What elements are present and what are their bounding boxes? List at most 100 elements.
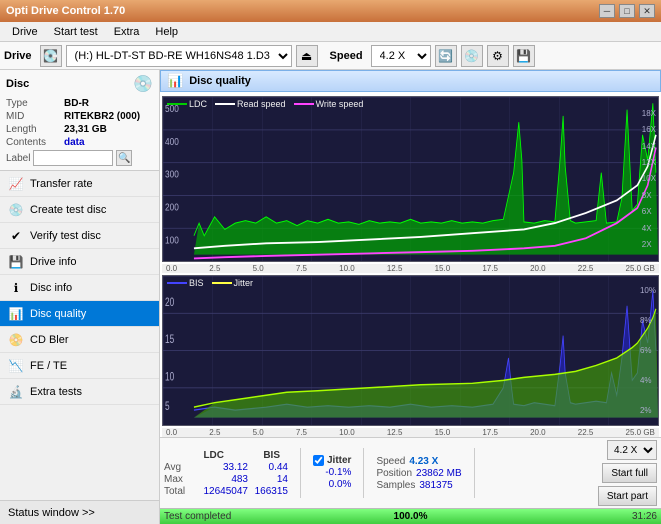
progress-bar-container: Test completed 100.0% 31:26 bbox=[160, 508, 661, 524]
svg-text:200: 200 bbox=[165, 202, 179, 213]
window-controls: ─ □ ✕ bbox=[599, 4, 655, 18]
sidebar-item-cd-bler[interactable]: 📀 CD Bler bbox=[0, 327, 159, 353]
disc-info-label: Disc info bbox=[30, 282, 72, 294]
position-value: 23862 MB bbox=[416, 468, 462, 479]
sidebar-menu: 📈 Transfer rate 💿 Create test disc ✔ Ver… bbox=[0, 171, 159, 500]
sidebar-item-disc-quality[interactable]: 📊 Disc quality bbox=[0, 301, 159, 327]
start-full-button[interactable]: Start full bbox=[602, 463, 657, 483]
close-button[interactable]: ✕ bbox=[639, 4, 655, 18]
settings-button[interactable]: ⚙ bbox=[487, 45, 509, 67]
sidebar-item-disc-info[interactable]: ℹ Disc info bbox=[0, 275, 159, 301]
speed-select[interactable]: 4.2 X bbox=[371, 45, 431, 67]
mid-value: RITEKBR2 (000) bbox=[64, 111, 140, 122]
svg-text:400: 400 bbox=[165, 136, 179, 147]
progress-percent: 100.0% bbox=[394, 511, 428, 522]
menubar: Drive Start test Extra Help bbox=[0, 22, 661, 42]
disc-button[interactable]: 💿 bbox=[461, 45, 483, 67]
svg-text:100: 100 bbox=[165, 235, 179, 246]
stats-bar: LDC BIS Avg 33.12 0.44 Max 483 14 Total … bbox=[160, 437, 661, 508]
avg-jitter: -0.1% bbox=[313, 467, 351, 478]
label-search-button[interactable]: 🔍 bbox=[116, 150, 132, 166]
verify-test-disc-icon: ✔ bbox=[8, 229, 24, 243]
svg-text:300: 300 bbox=[165, 169, 179, 180]
quality-title: Disc quality bbox=[189, 75, 251, 87]
bis-legend: BIS bbox=[189, 278, 204, 288]
menu-start-test[interactable]: Start test bbox=[46, 24, 106, 40]
verify-test-disc-label: Verify test disc bbox=[30, 230, 101, 242]
speed-label: Speed bbox=[330, 50, 363, 62]
menu-help[interactable]: Help bbox=[147, 24, 186, 40]
menu-extra[interactable]: Extra bbox=[106, 24, 148, 40]
total-bis: 166315 bbox=[252, 486, 288, 497]
upper-chart-legend: LDC Read speed Write speed bbox=[167, 99, 363, 109]
disc-panel-title: Disc bbox=[6, 78, 29, 90]
transfer-rate-label: Transfer rate bbox=[30, 178, 93, 190]
quality-icon: 📊 bbox=[167, 73, 183, 89]
sidebar-item-drive-info[interactable]: 💾 Drive info bbox=[0, 249, 159, 275]
fe-te-label: FE / TE bbox=[30, 360, 67, 372]
max-jitter: 0.0% bbox=[313, 479, 351, 490]
jitter-header: Jitter bbox=[327, 455, 351, 466]
avg-bis: 0.44 bbox=[252, 462, 288, 473]
sidebar-item-create-test-disc[interactable]: 💿 Create test disc bbox=[0, 197, 159, 223]
ldc-header: LDC bbox=[164, 450, 224, 461]
drive-label: Drive bbox=[4, 50, 32, 62]
svg-text:5: 5 bbox=[165, 401, 170, 414]
sidebar-item-verify-test-disc[interactable]: ✔ Verify test disc bbox=[0, 223, 159, 249]
main-layout: Disc 💿 Type BD-R MID RITEKBR2 (000) Leng… bbox=[0, 70, 661, 524]
titlebar: Opti Drive Control 1.70 ─ □ ✕ bbox=[0, 0, 661, 22]
avg-label: Avg bbox=[164, 462, 192, 473]
sidebar-item-extra-tests[interactable]: 🔬 Extra tests bbox=[0, 379, 159, 405]
cd-bler-label: CD Bler bbox=[30, 334, 69, 346]
max-ldc: 483 bbox=[196, 474, 248, 485]
save-button[interactable]: 💾 bbox=[513, 45, 535, 67]
fe-te-icon: 📉 bbox=[8, 359, 24, 373]
lower-x-axis: 0.02.55.07.510.012.515.017.520.022.525.0… bbox=[162, 428, 659, 437]
maximize-button[interactable]: □ bbox=[619, 4, 635, 18]
label-input[interactable] bbox=[33, 150, 113, 166]
svg-text:10: 10 bbox=[165, 371, 174, 384]
menu-drive[interactable]: Drive bbox=[4, 24, 46, 40]
refresh-button[interactable]: 🔄 bbox=[435, 45, 457, 67]
disc-icon: 💿 bbox=[133, 74, 153, 94]
type-label: Type bbox=[6, 98, 64, 109]
read-speed-legend: Read speed bbox=[237, 99, 286, 109]
cd-bler-icon: 📀 bbox=[8, 333, 24, 347]
label-label: Label bbox=[6, 153, 30, 164]
create-test-disc-label: Create test disc bbox=[30, 204, 106, 216]
contents-value: data bbox=[64, 137, 85, 148]
drive-select[interactable]: (H:) HL-DT-ST BD-RE WH16NS48 1.D3 bbox=[66, 45, 292, 67]
sidebar-item-fe-te[interactable]: 📉 FE / TE bbox=[0, 353, 159, 379]
total-label: Total bbox=[164, 486, 192, 497]
svg-text:20: 20 bbox=[165, 296, 174, 309]
jitter-checkbox[interactable] bbox=[313, 455, 324, 466]
progress-time: 31:26 bbox=[632, 511, 657, 522]
ldc-legend: LDC bbox=[189, 99, 207, 109]
max-label: Max bbox=[164, 474, 192, 485]
jitter-legend: Jitter bbox=[234, 278, 254, 288]
drivebar: Drive 💽 (H:) HL-DT-ST BD-RE WH16NS48 1.D… bbox=[0, 42, 661, 70]
extra-tests-icon: 🔬 bbox=[8, 385, 24, 399]
drive-icon: 💽 bbox=[40, 45, 62, 67]
upper-x-axis: 0.02.55.07.510.012.515.017.520.022.525.0… bbox=[162, 264, 659, 273]
drive-info-icon: 💾 bbox=[8, 255, 24, 269]
write-speed-legend: Write speed bbox=[316, 99, 364, 109]
status-window-button[interactable]: Status window >> bbox=[0, 500, 159, 524]
app-title: Opti Drive Control 1.70 bbox=[6, 5, 125, 17]
samples-value: 381375 bbox=[419, 480, 452, 491]
bis-header: BIS bbox=[240, 450, 280, 461]
minimize-button[interactable]: ─ bbox=[599, 4, 615, 18]
length-value: 23,31 GB bbox=[64, 124, 107, 135]
speed-label: Speed bbox=[376, 456, 405, 467]
quality-speed-select[interactable]: 4.2 X bbox=[607, 440, 657, 460]
svg-text:15: 15 bbox=[165, 334, 174, 347]
max-bis: 14 bbox=[252, 474, 288, 485]
disc-quality-label: Disc quality bbox=[30, 308, 86, 320]
mid-label: MID bbox=[6, 111, 64, 122]
disc-panel: Disc 💿 Type BD-R MID RITEKBR2 (000) Leng… bbox=[0, 70, 159, 171]
sidebar-item-transfer-rate[interactable]: 📈 Transfer rate bbox=[0, 171, 159, 197]
start-part-button[interactable]: Start part bbox=[598, 486, 657, 506]
samples-label: Samples bbox=[376, 480, 415, 491]
eject-button[interactable]: ⏏ bbox=[296, 45, 318, 67]
avg-ldc: 33.12 bbox=[196, 462, 248, 473]
